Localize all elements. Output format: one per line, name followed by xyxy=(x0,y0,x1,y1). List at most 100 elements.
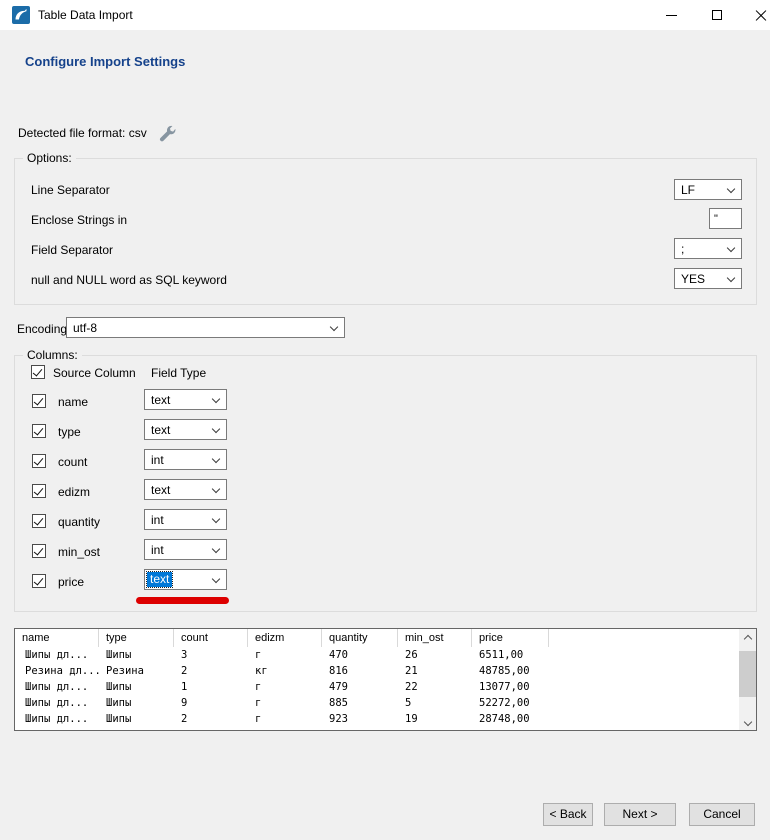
table-data-import-window: Table Data Import Configure Import Setti… xyxy=(0,0,770,840)
column-label-edizm: edizm xyxy=(58,485,90,499)
column-checkbox-name[interactable] xyxy=(32,394,46,408)
table-row[interactable]: Шипы дл... Шипы 1 г 479 22 13077,00 xyxy=(15,679,739,695)
column-label-price: price xyxy=(58,575,84,589)
field-type-value: text xyxy=(151,423,170,437)
back-button[interactable]: < Back xyxy=(543,803,593,826)
field-type-select-count[interactable]: int xyxy=(144,449,227,470)
table-row[interactable]: Шипы дл... Шипы 3 г 470 26 6511,00 xyxy=(15,647,739,663)
minimize-button[interactable] xyxy=(652,0,690,30)
field-type-select-name[interactable]: text xyxy=(144,389,227,410)
cell: 21 xyxy=(405,663,472,679)
cell: 6511,00 xyxy=(479,647,549,663)
field-type-select-quantity[interactable]: int xyxy=(144,509,227,530)
table-row[interactable]: Шипы дл... Шипы 9 г 885 5 52272,00 xyxy=(15,695,739,711)
columns-group: Columns: Source Column Field Type name t… xyxy=(14,355,757,612)
column-label-name: name xyxy=(58,395,88,409)
column-label-count: count xyxy=(58,455,87,469)
cell: 19 xyxy=(405,711,472,727)
field-type-header: Field Type xyxy=(151,366,206,380)
select-all-columns-checkbox[interactable] xyxy=(31,365,45,379)
null-keyword-label: null and NULL word as SQL keyword xyxy=(31,273,227,287)
cell: 22 xyxy=(405,679,472,695)
close-button[interactable] xyxy=(742,0,770,30)
cell: г xyxy=(255,711,322,727)
header-cell-edizm[interactable]: edizm xyxy=(248,629,322,647)
table-row[interactable]: Шипы дл... Шипы 2 г 923 19 28748,00 xyxy=(15,711,739,727)
cell: 2 xyxy=(181,663,248,679)
scroll-down-button[interactable] xyxy=(739,715,756,730)
header-cell-min-ost[interactable]: min_ost xyxy=(398,629,472,647)
column-label-quantity: quantity xyxy=(58,515,100,529)
column-checkbox-price[interactable] xyxy=(32,574,46,588)
cell: г xyxy=(255,679,322,695)
field-type-value: text xyxy=(151,483,170,497)
header-cell-quantity[interactable]: quantity xyxy=(322,629,398,647)
chevron-down-icon xyxy=(727,185,736,194)
field-separator-select[interactable]: ; xyxy=(674,238,742,259)
preview-table-header: name type count edizm quantity min_ost p… xyxy=(15,629,739,647)
null-keyword-select[interactable]: YES xyxy=(674,268,742,289)
cell: 48785,00 xyxy=(479,663,549,679)
chevron-down-icon xyxy=(212,395,221,404)
cell: Резина xyxy=(106,663,174,679)
column-label-type: type xyxy=(58,425,81,439)
line-separator-value: LF xyxy=(681,183,695,197)
enclose-strings-input[interactable] xyxy=(709,208,742,229)
scrollbar-thumb[interactable] xyxy=(739,651,756,697)
vertical-scrollbar[interactable] xyxy=(739,629,756,730)
cell: Шипы дл... xyxy=(25,647,99,663)
line-separator-label: Line Separator xyxy=(31,183,110,197)
column-checkbox-min-ost[interactable] xyxy=(32,544,46,558)
chevron-down-icon xyxy=(212,515,221,524)
maximize-button[interactable] xyxy=(698,0,736,30)
header-cell-count[interactable]: count xyxy=(174,629,248,647)
field-type-value: int xyxy=(151,453,164,467)
cell: Шипы xyxy=(106,679,174,695)
column-checkbox-edizm[interactable] xyxy=(32,484,46,498)
encoding-label: Encoding: xyxy=(17,322,70,336)
cell: 470 xyxy=(329,647,398,663)
options-group: Options: Line Separator LF Enclose Strin… xyxy=(14,158,757,305)
encoding-select[interactable]: utf-8 xyxy=(66,317,345,338)
cell: 1 xyxy=(181,679,248,695)
cell: Шипы xyxy=(106,695,174,711)
cell: 923 xyxy=(329,711,398,727)
enclose-strings-label: Enclose Strings in xyxy=(31,213,127,227)
header-cell-type[interactable]: type xyxy=(99,629,174,647)
field-type-select-price[interactable]: text xyxy=(144,569,227,590)
cell: Шипы дл... xyxy=(25,695,99,711)
chevron-down-icon xyxy=(212,425,221,434)
chevron-down-icon xyxy=(330,323,339,332)
window-title: Table Data Import xyxy=(38,8,133,22)
chevron-down-icon xyxy=(212,545,221,554)
cell: 28748,00 xyxy=(479,711,549,727)
field-separator-value: ; xyxy=(681,242,684,256)
table-row[interactable]: Резина дл... Резина 2 кг 816 21 48785,00 xyxy=(15,663,739,679)
cell: 52272,00 xyxy=(479,695,549,711)
minimize-icon xyxy=(666,15,677,16)
field-type-select-type[interactable]: text xyxy=(144,419,227,440)
field-type-select-min-ost[interactable]: int xyxy=(144,539,227,560)
header-cell-price[interactable]: price xyxy=(472,629,549,647)
chevron-up-icon xyxy=(744,634,752,640)
mysql-workbench-icon xyxy=(12,6,30,24)
column-checkbox-quantity[interactable] xyxy=(32,514,46,528)
wrench-icon[interactable] xyxy=(158,124,177,143)
chevron-down-icon xyxy=(727,274,736,283)
scroll-up-button[interactable] xyxy=(739,629,756,644)
field-type-value-selected: text xyxy=(147,572,172,587)
field-type-select-edizm[interactable]: text xyxy=(144,479,227,500)
column-checkbox-count[interactable] xyxy=(32,454,46,468)
columns-group-label: Columns: xyxy=(23,348,82,362)
field-separator-label: Field Separator xyxy=(31,243,113,257)
cell: 816 xyxy=(329,663,398,679)
header-cell-name[interactable]: name xyxy=(15,629,99,647)
line-separator-select[interactable]: LF xyxy=(674,179,742,200)
chevron-down-icon xyxy=(212,455,221,464)
cell: кг xyxy=(255,663,322,679)
detected-file-format-label: Detected file format: xyxy=(18,126,125,140)
next-button[interactable]: Next > xyxy=(604,803,676,826)
column-checkbox-type[interactable] xyxy=(32,424,46,438)
cancel-button[interactable]: Cancel xyxy=(689,803,755,826)
close-icon xyxy=(755,9,767,21)
